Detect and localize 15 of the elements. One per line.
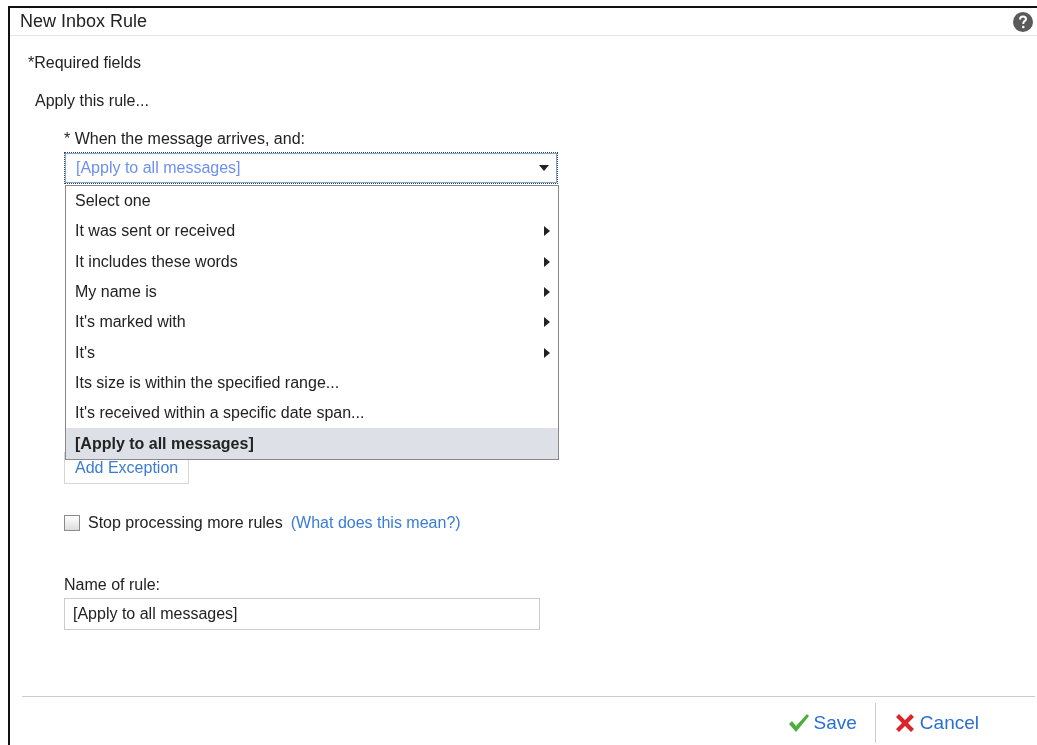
caret-icon <box>539 165 549 171</box>
rule-name-field[interactable]: [Apply to all messages] <box>64 598 540 630</box>
condition-label: * When the message arrives, and: <box>64 130 305 148</box>
check-icon <box>787 713 810 733</box>
required-note: *Required fields <box>28 54 142 72</box>
window-title: New Inbox Rule <box>20 11 148 32</box>
cancel-button[interactable]: Cancel <box>883 708 989 738</box>
rule-name-label: Name of rule: <box>64 576 161 594</box>
checkbox-label: Stop processing more rules <box>88 514 283 532</box>
section-label: Apply this rule... <box>35 92 149 110</box>
menu-item[interactable]: [Apply to all messages] <box>66 428 558 459</box>
checkbox[interactable] <box>64 515 80 531</box>
save-button[interactable]: Save <box>777 708 867 738</box>
help-link[interactable]: (What does this mean?) <box>290 514 461 532</box>
help-icon[interactable] <box>1013 11 1033 32</box>
